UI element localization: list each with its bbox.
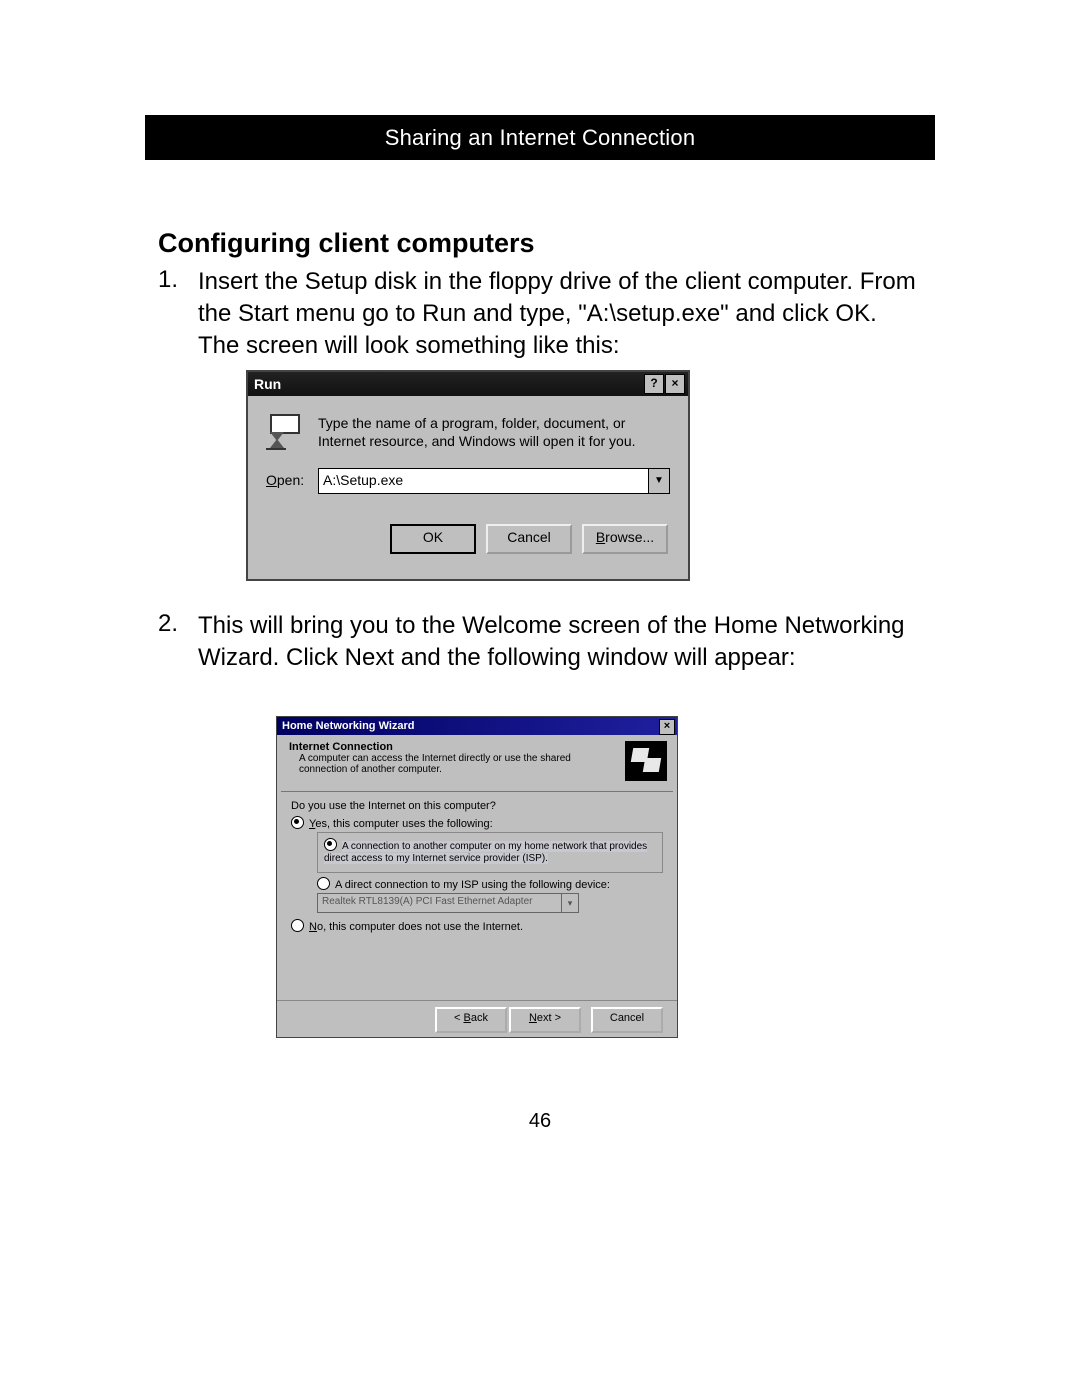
back-lt: < [454, 1012, 463, 1024]
help-icon[interactable]: ? [644, 374, 664, 394]
browse-button[interactable]: Browse... [582, 524, 668, 554]
radio-icon[interactable] [291, 919, 304, 932]
browse-access: B [596, 529, 605, 545]
cancel-button[interactable]: Cancel [591, 1007, 663, 1033]
open-label-access: O [266, 472, 277, 488]
next-access: N [529, 1012, 537, 1024]
ok-button[interactable]: OK [390, 524, 476, 554]
run-dialog: Run ? × Type the name of a program, fold… [246, 370, 690, 581]
back-access: B [464, 1012, 471, 1024]
section-heading: Configuring client computers [158, 228, 535, 259]
browse-rest: rowse... [605, 529, 654, 545]
device-dropdown[interactable]: Realtek RTL8139(A) PCI Fast Ethernet Ada… [317, 893, 579, 913]
sub-option-b[interactable]: A direct connection to my ISP using the … [317, 877, 663, 891]
run-body: Type the name of a program, folder, docu… [248, 396, 688, 572]
wizard-header: Internet Connection A computer can acces… [277, 735, 677, 791]
yes-rest: es, this computer uses the following: [315, 818, 492, 830]
radio-icon[interactable] [317, 877, 330, 890]
network-icon [625, 741, 667, 781]
wizard-body: Do you use the Internet on this computer… [277, 792, 677, 943]
run-titlebar: Run ? × [248, 372, 688, 396]
run-icon [266, 414, 300, 448]
open-input-value: A:\Setup.exe [323, 472, 403, 488]
sub-option-a-group: A connection to another computer on my h… [317, 832, 663, 873]
sub-a-text: A connection to another computer on my h… [324, 841, 647, 864]
chapter-banner: Sharing an Internet Connection [145, 115, 935, 160]
dropdown-icon[interactable]: ▼ [648, 469, 669, 493]
no-rest: o, this computer does not use the Intern… [317, 921, 523, 933]
run-title-text: Run [254, 376, 281, 392]
wizard-title-text: Home Networking Wizard [282, 720, 415, 732]
wizard-header-title: Internet Connection [289, 741, 669, 753]
list-number-2: 2. [158, 610, 178, 638]
open-label-rest: pen: [277, 472, 304, 488]
close-icon[interactable]: × [665, 374, 685, 394]
document-page: Sharing an Internet Connection Configuri… [0, 0, 1080, 1397]
no-access: N [309, 921, 317, 933]
option-no[interactable]: No, this computer does not use the Inter… [291, 919, 663, 933]
back-button[interactable]: < Back [435, 1007, 507, 1033]
radio-icon-selected[interactable] [291, 816, 304, 829]
open-input[interactable]: A:\Setup.exe ▼ [318, 468, 670, 494]
device-name: Realtek RTL8139(A) PCI Fast Ethernet Ada… [322, 896, 532, 907]
page-number: 46 [0, 1110, 1080, 1133]
wizard-question: Do you use the Internet on this computer… [291, 800, 663, 812]
radio-icon-selected[interactable] [324, 838, 337, 851]
wizard-buttons: < Back Next > Cancel [277, 1000, 677, 1037]
wizard-header-sub: A computer can access the Internet direc… [299, 753, 609, 775]
sub-option-a[interactable]: A connection to another computer on my h… [324, 838, 656, 864]
next-rest: ext > [537, 1012, 561, 1024]
list-text-1: Insert the Setup disk in the floppy driv… [198, 266, 918, 362]
run-message: Type the name of a program, folder, docu… [318, 414, 668, 450]
wizard-dialog: Home Networking Wizard × Internet Connec… [276, 716, 678, 1038]
back-rest: ack [471, 1012, 488, 1024]
wizard-titlebar: Home Networking Wizard × [277, 717, 677, 735]
close-icon[interactable]: × [659, 719, 675, 735]
list-text-2: This will bring you to the Welcome scree… [198, 610, 918, 674]
option-yes[interactable]: Yes, this computer uses the following: [291, 816, 663, 830]
next-button[interactable]: Next > [509, 1007, 581, 1033]
open-label: Open: [266, 472, 304, 488]
cancel-button[interactable]: Cancel [486, 524, 572, 554]
list-number-1: 1. [158, 266, 178, 294]
dropdown-icon[interactable]: ▾ [561, 894, 578, 912]
sub-b-text: A direct connection to my ISP using the … [335, 879, 610, 891]
